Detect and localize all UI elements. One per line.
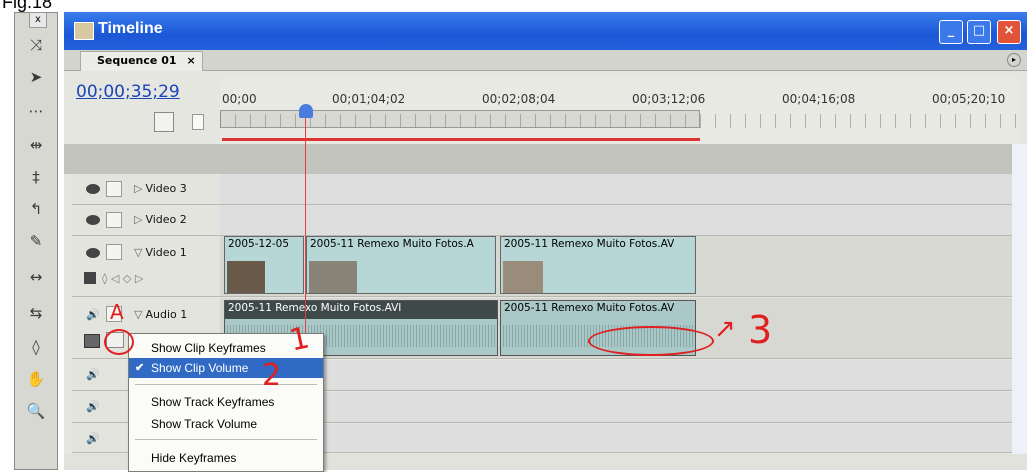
set-marker-icon[interactable]	[192, 114, 204, 130]
window-title: Timeline	[98, 20, 163, 37]
lock-toggle[interactable]	[106, 212, 122, 228]
lock-toggle[interactable]	[106, 181, 122, 197]
tools-close-button[interactable]: x	[29, 12, 47, 28]
track-spacer	[64, 144, 1018, 174]
razor-tool-icon[interactable]: ✎	[20, 227, 52, 255]
check-icon: ✔	[135, 362, 145, 374]
track-lane-audio-3[interactable]	[220, 392, 1018, 423]
minimize-button[interactable]: _	[939, 20, 963, 44]
zoom-tool-icon[interactable]: 🔍	[20, 397, 52, 425]
video-clip[interactable]: 2005-11 Remexo Muito Fotos.A	[306, 236, 496, 294]
ruler-ticks	[220, 114, 1020, 128]
slip-tool-icon[interactable]: ↔	[20, 263, 52, 291]
clip-thumbnail	[503, 261, 543, 293]
video-clip[interactable]: 2005-12-05	[224, 236, 304, 294]
ruler-label: 00;02;08;04	[482, 92, 556, 106]
clip-thumbnail	[227, 261, 265, 293]
annotation-arrow: ↗	[714, 314, 736, 344]
annotation-circle-button	[104, 329, 134, 355]
premiere-app-icon	[74, 22, 94, 40]
annotation-3: 3	[748, 308, 773, 352]
clip-title: 2005-11 Remexo Muito Fotos.AV	[504, 302, 675, 314]
rate-stretch-tool-icon[interactable]: ↰	[20, 195, 52, 223]
speaker-icon[interactable]: 🔊	[86, 308, 100, 321]
eye-icon[interactable]	[86, 184, 100, 194]
vertical-scrollbar[interactable]	[1012, 144, 1027, 470]
track-lane-video-3[interactable]	[220, 174, 1018, 205]
track-label-audio-1: ▽ Audio 1	[134, 308, 188, 321]
menu-item-show-track-volume[interactable]: Show Track Volume	[129, 414, 323, 434]
track-select-icon[interactable]: ⤨	[20, 31, 52, 59]
ruler-label: 00;01;04;02	[332, 92, 406, 106]
track-lane-audio-2[interactable]	[220, 360, 1018, 391]
clip-title: 2005-11 Remexo Muito Fotos.AV	[504, 238, 675, 250]
track-label-video-1: ▽ Video 1	[134, 246, 187, 259]
snap-button[interactable]	[154, 112, 174, 132]
menu-item-show-clip-volume[interactable]: ✔ Show Clip Volume	[129, 358, 323, 378]
video-clip[interactable]: 2005-11 Remexo Muito Fotos.AV	[500, 236, 696, 294]
tab-label: Sequence 01	[97, 54, 177, 67]
ruler-label: 00;04;16;08	[782, 92, 856, 106]
menu-separator	[135, 439, 317, 440]
timecode-display[interactable]: 00;00;35;29	[76, 82, 180, 102]
annotation-circle-volume	[588, 326, 714, 356]
track-header-video-3[interactable]: ▷ Video 3	[72, 174, 220, 205]
track-lane-master[interactable]	[220, 424, 1018, 453]
speaker-icon[interactable]: 🔊	[86, 368, 100, 381]
display-style-icon[interactable]	[84, 272, 96, 284]
eye-icon[interactable]	[86, 248, 100, 258]
close-button[interactable]: ×	[997, 20, 1021, 44]
selection-tool-icon[interactable]: ➤	[20, 63, 52, 91]
speaker-icon[interactable]: 🔊	[86, 400, 100, 413]
lock-toggle[interactable]	[106, 244, 122, 260]
hand-tool-icon[interactable]: ✋	[20, 365, 52, 393]
ripple-edit-tool-icon[interactable]: ⇹	[20, 131, 52, 159]
track-header-video-2[interactable]: ▷ Video 2	[72, 205, 220, 236]
time-ruler[interactable]: 00;00 00;01;04;02 00;02;08;04 00;03;12;0…	[220, 78, 1020, 144]
maximize-button[interactable]: □	[967, 20, 991, 44]
clip-title: 2005-11 Remexo Muito Fotos.AVI	[228, 302, 402, 314]
waveform-toggle-icon[interactable]	[84, 334, 100, 348]
menu-separator	[135, 384, 317, 385]
menu-item-show-track-keyframes[interactable]: Show Track Keyframes	[129, 392, 323, 412]
clip-thumbnail	[309, 261, 357, 293]
window-titlebar: Timeline _ □ ×	[64, 12, 1027, 50]
track-select-tool-icon[interactable]: ⋯	[20, 97, 52, 125]
playhead-handle[interactable]	[299, 104, 313, 118]
rolling-edit-tool-icon[interactable]: ‡	[20, 163, 52, 191]
tab-sequence-01[interactable]: Sequence 01 ×	[80, 51, 203, 71]
tab-bar: Sequence 01 × ▸	[64, 50, 1027, 71]
keyframe-nav-icon[interactable]: ◊ ◁ ◇ ▷	[102, 272, 143, 285]
clip-title: 2005-11 Remexo Muito Fotos.A	[310, 238, 474, 250]
ruler-label: 00;03;12;06	[632, 92, 706, 106]
track-label-video-3: ▷ Video 3	[134, 182, 187, 195]
ruler-label: 00;05;20;10	[932, 92, 1006, 106]
track-label-video-2: ▷ Video 2	[134, 213, 187, 226]
annotation-a: A	[110, 300, 124, 324]
eye-icon[interactable]	[86, 215, 100, 225]
annotation-2: 2	[262, 358, 282, 393]
menu-item-hide-keyframes[interactable]: Hide Keyframes	[129, 448, 323, 468]
ruler-label: 00;00	[222, 92, 257, 106]
tools-panel: x ⤨ ➤ ⋯ ⇹ ‡ ↰ ✎ ↔ ⇆ ◊ ✋ 🔍	[14, 12, 58, 470]
track-lane-video-1[interactable]: 2005-12-05 2005-11 Remexo Muito Fotos.A …	[220, 236, 1018, 297]
tab-close-icon[interactable]: ×	[187, 54, 196, 67]
track-lane-video-2[interactable]	[220, 205, 1018, 236]
speaker-icon[interactable]: 🔊	[86, 432, 100, 445]
render-bar	[222, 138, 700, 141]
panel-menu-icon[interactable]: ▸	[1007, 53, 1021, 67]
track-header-video-1[interactable]: ▽ Video 1 ◊ ◁ ◇ ▷	[72, 236, 220, 297]
clip-title: 2005-12-05	[228, 238, 290, 250]
slide-tool-icon[interactable]: ⇆	[20, 299, 52, 327]
pen-tool-icon[interactable]: ◊	[20, 333, 52, 361]
